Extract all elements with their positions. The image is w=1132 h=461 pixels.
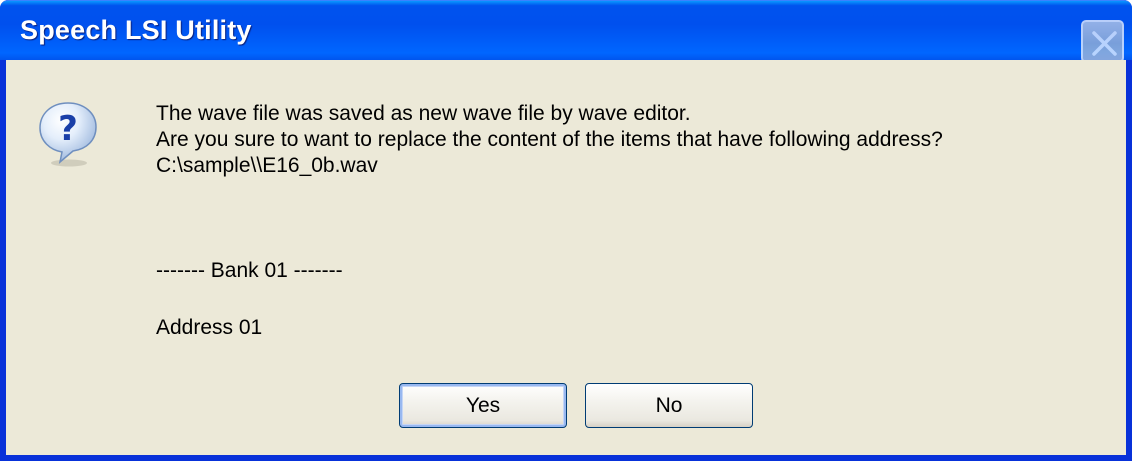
title-bar[interactable]: Speech LSI Utility (0, 0, 1132, 63)
dialog-window: Speech LSI Utility ? The wave file was s… (0, 0, 1132, 461)
close-icon (1092, 31, 1117, 56)
yes-button[interactable]: Yes (399, 383, 567, 428)
no-button[interactable]: No (585, 383, 753, 428)
question-icon: ? (39, 102, 97, 167)
close-button[interactable] (1081, 20, 1124, 63)
bank-header: ------- Bank 01 ------- (156, 259, 343, 282)
address-label: Address 01 (156, 316, 263, 339)
dialog-body: ? The wave file was saved as new wave fi… (6, 60, 1126, 455)
message-line-1: The wave file was saved as new wave file… (156, 102, 691, 125)
message-line-2: Are you sure to want to replace the cont… (156, 128, 943, 151)
svg-text:?: ? (58, 109, 78, 149)
file-path: C:\sample\\E16_0b.wav (156, 154, 378, 177)
window-title: Speech LSI Utility (20, 15, 252, 45)
